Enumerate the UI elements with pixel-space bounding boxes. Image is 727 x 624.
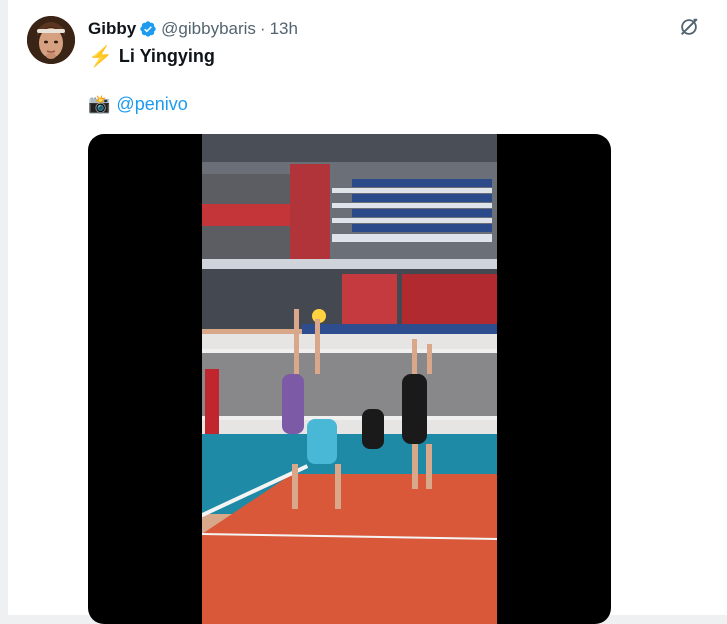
lightning-icon: ⚡ bbox=[88, 46, 113, 68]
avatar-image bbox=[27, 16, 75, 64]
tweet-card[interactable]: Gibby @gibbybaris · 13h ⚡ Li Yingying 📸 … bbox=[8, 0, 727, 624]
camera-icon: 📸 bbox=[88, 94, 111, 114]
timestamp[interactable]: 13h bbox=[270, 19, 298, 39]
grok-icon[interactable] bbox=[678, 16, 700, 38]
tweet-text-line-2: 📸 @penivo bbox=[88, 94, 188, 115]
author-name[interactable]: Gibby bbox=[88, 19, 136, 39]
mention-link[interactable]: @penivo bbox=[116, 94, 187, 115]
media-container[interactable] bbox=[88, 134, 611, 624]
tweet-header: Gibby @gibbybaris · 13h bbox=[88, 18, 298, 40]
separator-dot: · bbox=[259, 19, 266, 38]
video-frame bbox=[202, 134, 497, 624]
tweet-text-line-1: ⚡ Li Yingying bbox=[88, 44, 215, 69]
author-handle[interactable]: @gibbybaris bbox=[161, 19, 256, 39]
verified-badge-icon[interactable] bbox=[139, 20, 157, 38]
avatar[interactable] bbox=[27, 16, 75, 64]
tweet-text-title: Li Yingying bbox=[118, 46, 215, 66]
video-player[interactable] bbox=[202, 134, 497, 624]
